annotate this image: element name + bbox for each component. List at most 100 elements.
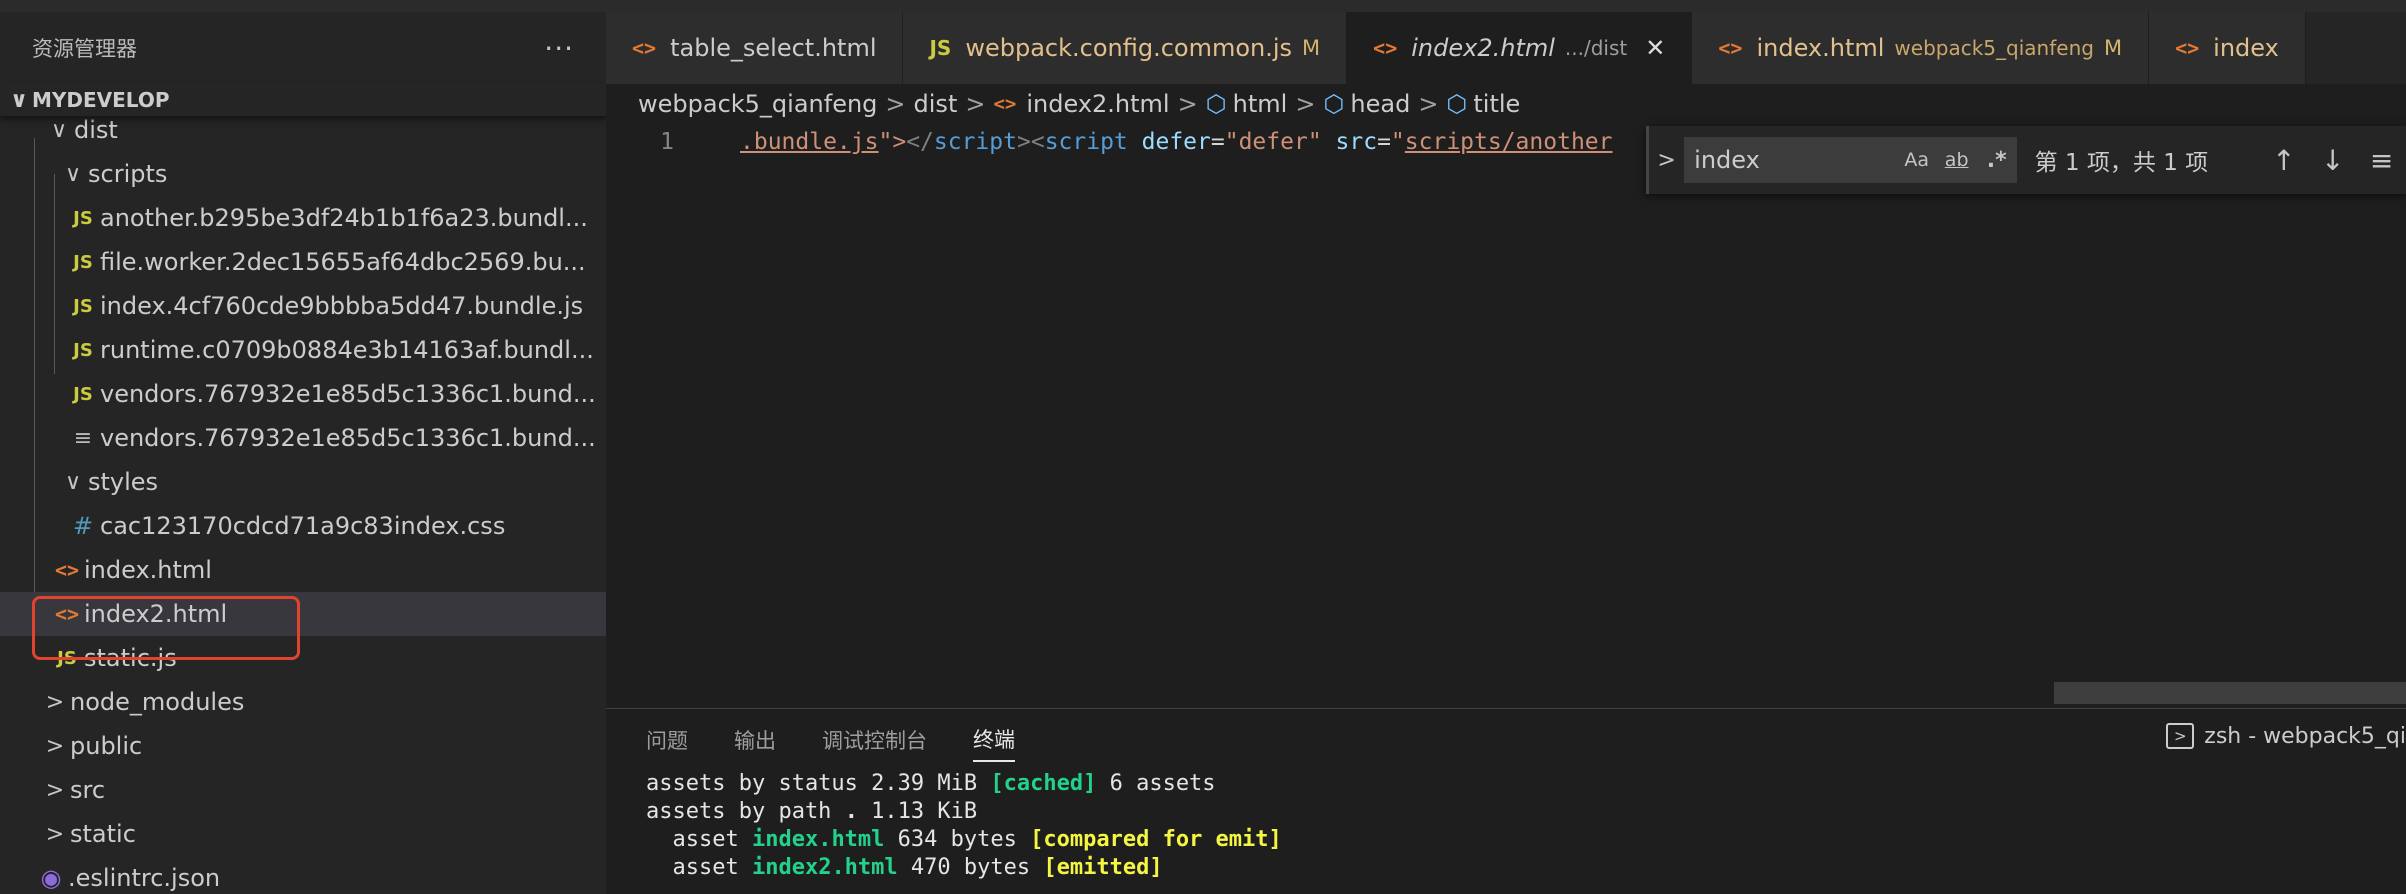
terminal-line: assets by status 2.39 MiB [cached] 6 ass… (646, 771, 1216, 796)
modified-badge: M (1302, 36, 1321, 60)
whole-word-icon[interactable]: ab (1937, 149, 1977, 171)
breadcrumb-separator: > (885, 90, 906, 118)
toggle-replace-chevron-icon[interactable]: > (1649, 148, 1684, 173)
tab-output[interactable]: 输出 (734, 719, 776, 761)
tree-file-css[interactable]: # cac123170cdcd71a9c83index.css (0, 504, 606, 548)
tree-folder-scripts[interactable]: ∨ scripts (0, 152, 606, 196)
match-case-icon[interactable]: Aa (1897, 149, 1937, 171)
tree-folder-static[interactable]: > static (0, 812, 606, 856)
tab-table-select-html[interactable]: <> table_select.html (606, 12, 904, 84)
html-file-icon: <> (1718, 36, 1743, 60)
regex-icon[interactable]: .* (1977, 148, 2017, 173)
modified-badge: M (2103, 36, 2123, 60)
terminal-selector[interactable]: > zsh - webpack5_qi (2166, 723, 2406, 749)
explorer-title: 资源管理器 (32, 37, 137, 61)
breadcrumb-separator: > (965, 90, 986, 118)
text-file-icon: ≡ (73, 425, 93, 451)
more-actions-icon[interactable]: ··· (544, 32, 574, 65)
tree-label: vendors.767932e1e85d5c1336c1.bund... (100, 380, 596, 408)
arrow-down-icon[interactable]: ↓ (2308, 144, 2357, 177)
html-file-icon: <> (2175, 36, 2200, 60)
panel-tab-bar: 问题 输出 调试控制台 终端 > zsh - webpack5_qi (606, 709, 2406, 771)
tree-file-vendors-bundle-txt[interactable]: ≡ vendors.767932e1e85d5c1336c1.bund... (0, 416, 606, 460)
tab-debug-console[interactable]: 调试控制台 (822, 719, 927, 761)
tree-label: vendors.767932e1e85d5c1336c1.bund... (100, 424, 596, 452)
javascript-file-icon: JS (73, 207, 93, 229)
tree-file-vendors-bundle-js[interactable]: JS vendors.767932e1e85d5c1336c1.bund... (0, 372, 606, 416)
breadcrumb-item-file[interactable]: index2.html (1026, 90, 1169, 118)
line-number: 1 (660, 129, 674, 155)
tree-label: index.html (84, 556, 212, 584)
tree-label: public (70, 732, 143, 760)
javascript-file-icon: JS (73, 295, 93, 317)
tree-label: styles (88, 468, 159, 496)
tab-index-partial[interactable]: <> index (2149, 12, 2306, 84)
code-line-text: .bundle.js"></script><script defer="defe… (740, 129, 1613, 155)
tab-index-html[interactable]: <> index.html webpack5_qianfeng M (1692, 12, 2150, 84)
tree-label: index.4cf760cde9bbbba5dd47.bundle.js (100, 292, 584, 320)
tree-file-runtime-bundle[interactable]: JS runtime.c0709b0884e3b14163af.bundl... (0, 328, 606, 372)
breadcrumb-item-dist[interactable]: dist (914, 90, 958, 118)
tab-webpack-config[interactable]: JS webpack.config.common.js M (903, 12, 1348, 84)
chevron-down-icon: ∨ (10, 87, 28, 113)
terminal-line: asset index.html 634 bytes [compared for… (646, 827, 1282, 852)
eslint-file-icon: ◉ (40, 864, 62, 892)
editor-tab-bar: <> table_select.html JS webpack.config.c… (606, 12, 2406, 84)
tree-label: another.b295be3df24b1b1f6a23.bundl... (100, 204, 588, 232)
tab-label: index (2213, 34, 2279, 62)
file-tree: ∨ dist ∨ scripts JS another.b295be3df24b… (0, 108, 606, 894)
javascript-file-icon: JS (73, 383, 93, 405)
explorer-header: 资源管理器 ··· (0, 12, 606, 84)
arrow-up-icon[interactable]: ↑ (2259, 144, 2308, 177)
breadcrumb-item-head[interactable]: head (1350, 90, 1410, 118)
find-in-selection-icon[interactable]: ≡ (2357, 144, 2406, 177)
terminal-line: assets by path . 1.13 KiB (646, 799, 978, 824)
chevron-right-icon: > (45, 689, 65, 715)
tree-file-eslintrc[interactable]: ◉ .eslintrc.json (0, 856, 606, 894)
tab-label: webpack.config.common.js (965, 34, 1293, 62)
tab-terminal[interactable]: 终端 (973, 718, 1015, 762)
breadcrumb-item-html[interactable]: html (1233, 90, 1288, 118)
terminal-icon: > (2166, 723, 2195, 749)
tree-label: file.worker.2dec15655af64dbc2569.bu... (100, 248, 586, 276)
terminal-name: zsh - webpack5_qi (2204, 723, 2406, 749)
tree-folder-public[interactable]: > public (0, 724, 606, 768)
tree-label: scripts (88, 160, 168, 188)
chevron-down-icon: ∨ (64, 161, 82, 187)
tab-index2-html[interactable]: <> index2.html .../dist ✕ (1347, 12, 1693, 84)
code-editor[interactable]: 1 .bundle.js"></script><script defer="de… (606, 124, 2406, 714)
html-file-icon: <> (54, 558, 80, 582)
tree-file-index-bundle[interactable]: JS index.4cf760cde9bbbba5dd47.bundle.js (0, 284, 606, 328)
chevron-right-icon: > (45, 733, 65, 759)
terminal-output[interactable]: assets by status 2.39 MiB [cached] 6 ass… (606, 771, 2406, 883)
tab-problems[interactable]: 问题 (646, 719, 688, 761)
tab-description: webpack5_qianfeng (1894, 36, 2094, 60)
breadcrumb: webpack5_qianfeng > dist > <> index2.htm… (606, 84, 2406, 124)
workspace-section-header[interactable]: ∨ MYDEVELOP (0, 84, 606, 116)
terminal-line: asset index2.html 470 bytes [emitted] (646, 855, 1163, 880)
tree-folder-styles[interactable]: ∨ styles (0, 460, 606, 504)
breadcrumb-item-project[interactable]: webpack5_qianfeng (638, 90, 877, 118)
tree-file-index-html[interactable]: <> index.html (0, 548, 606, 592)
tree-file-another-bundle[interactable]: JS another.b295be3df24b1b1f6a23.bundl... (0, 196, 606, 240)
horizontal-scrollbar[interactable] (2054, 682, 2406, 704)
tab-label: table_select.html (670, 34, 877, 62)
javascript-file-icon: JS (73, 251, 93, 273)
symbol-element-icon: ⬡ (1323, 90, 1345, 118)
tree-folder-src[interactable]: > src (0, 768, 606, 812)
tree-folder-node-modules[interactable]: > node_modules (0, 680, 606, 724)
tree-file-file-worker-bundle[interactable]: JS file.worker.2dec15655af64dbc2569.bu..… (0, 240, 606, 284)
tree-label: static (70, 820, 136, 848)
tab-label: index2.html (1411, 34, 1555, 62)
breadcrumb-item-title[interactable]: title (1473, 90, 1520, 118)
close-icon[interactable]: ✕ (1645, 34, 1665, 62)
find-input[interactable]: index Aa ab .* (1684, 137, 2017, 183)
tab-label: index.html (1756, 34, 1885, 62)
tree-label: dist (74, 116, 118, 144)
chevron-down-icon: ∨ (64, 469, 82, 495)
tree-label: node_modules (70, 688, 245, 716)
css-file-icon: # (72, 512, 94, 540)
workspace-name: MYDEVELOP (32, 88, 170, 112)
breadcrumb-separator: > (1177, 90, 1198, 118)
editor-area: <> table_select.html JS webpack.config.c… (606, 12, 2406, 894)
